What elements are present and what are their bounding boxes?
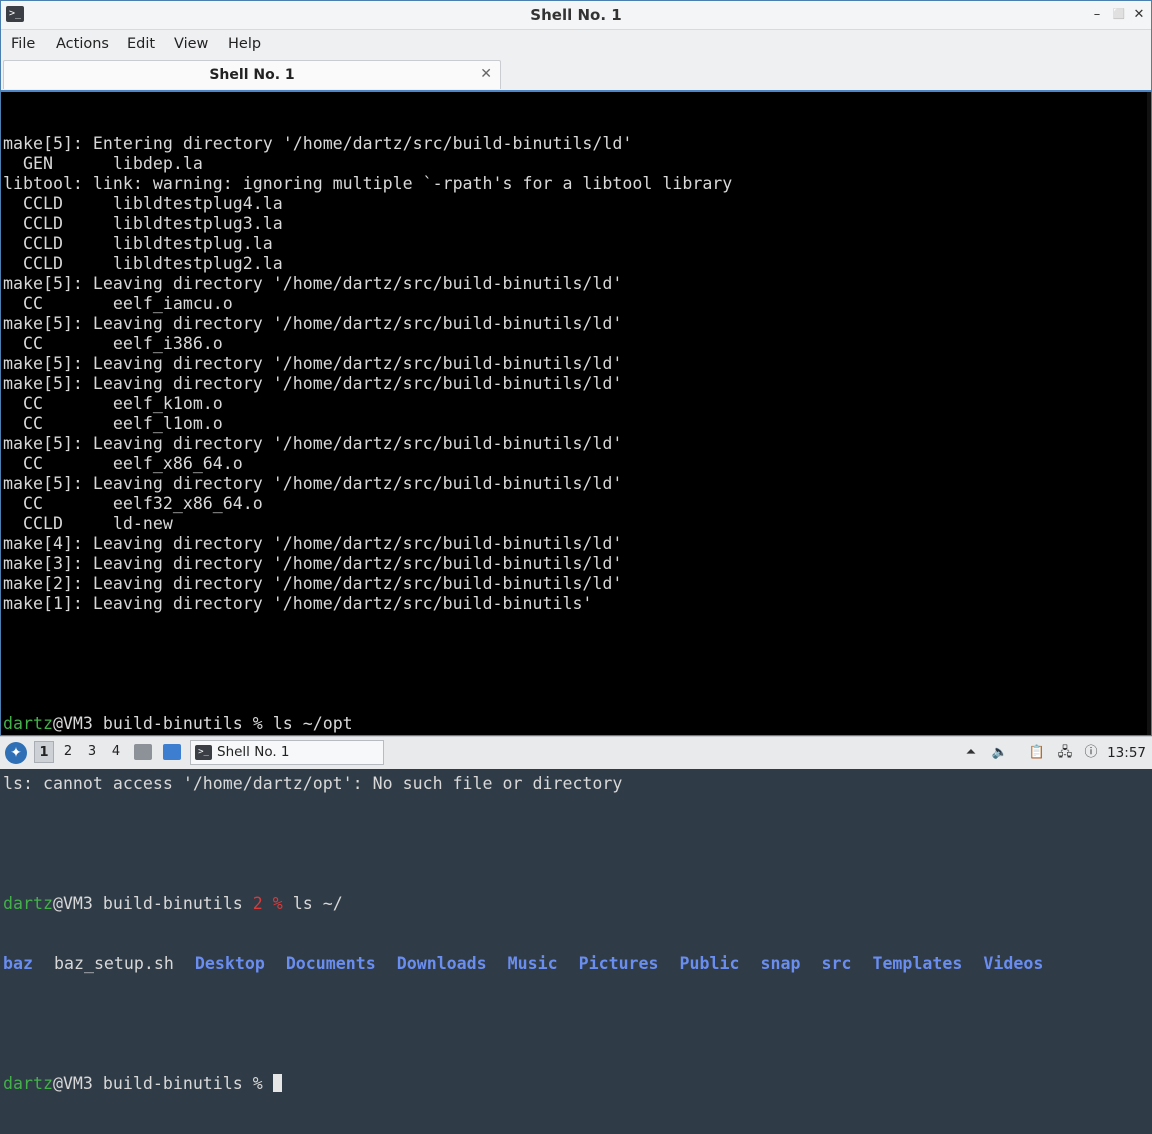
maximize-button[interactable]: ⬜: [1109, 5, 1129, 25]
log-line: make[5]: Leaving directory '/home/dartz/…: [3, 434, 623, 453]
log-line: CCLD libldtestplug2.la: [3, 254, 283, 273]
log-line: CC eelf_iamcu.o: [3, 294, 233, 313]
log-line: make[5]: Leaving directory '/home/dartz/…: [3, 274, 623, 293]
log-line: CC eelf_x86_64.o: [3, 454, 243, 473]
prompt-host: @VM3 build-binutils: [52, 894, 253, 913]
workspace-3[interactable]: 3: [82, 741, 102, 763]
prompt-user: dartz: [3, 714, 53, 733]
menu-edit[interactable]: Edit: [127, 30, 155, 58]
ls-directory: baz: [3, 954, 33, 973]
log-line: make[3]: Leaving directory '/home/dartz/…: [3, 554, 623, 573]
menu-view[interactable]: View: [174, 30, 208, 58]
network-icon[interactable]: 🖧: [1056, 744, 1074, 762]
log-line: libtool: link: warning: ignoring multipl…: [3, 174, 733, 193]
terminal-output[interactable]: make[5]: Entering directory '/home/dartz…: [1, 90, 1151, 1093]
tab-bar: Shell No. 1 ✕: [1, 59, 1151, 90]
terminal-window: >_ Shell No. 1 – ⬜ ✕ File Actions Edit V…: [0, 0, 1152, 1093]
menu-file[interactable]: File: [11, 30, 35, 58]
ls-directory: Pictures: [578, 954, 659, 973]
prompt-command: ls ~/opt: [272, 714, 353, 733]
tab-close-icon[interactable]: ✕: [480, 61, 492, 87]
prompt-line: dartz@VM3 build-binutils %: [3, 1074, 1064, 1094]
prompt-host: @VM3 build-binutils %: [52, 1074, 273, 1093]
error-line: ls: cannot access '/home/dartz/opt': No …: [3, 774, 623, 793]
log-line: make[5]: Leaving directory '/home/dartz/…: [3, 354, 623, 373]
ls-directory: Music: [507, 954, 558, 973]
close-button[interactable]: ✕: [1129, 5, 1149, 25]
window-title: Shell No. 1: [530, 6, 622, 24]
log-line: CC eelf_k1om.o: [3, 394, 223, 413]
taskbar: ✦ 1 2 3 4 >_ Shell No. 1 ⏶ 🔈 📋 🖧 ⓘ 13:57: [0, 736, 1152, 769]
log-line: CC eelf_l1om.o: [3, 414, 223, 433]
notification-icon[interactable]: ⓘ: [1082, 744, 1100, 762]
ls-directory: Videos: [983, 954, 1044, 973]
log-line: CCLD libldtestplug.la: [3, 234, 273, 253]
ls-directory: snap: [760, 954, 801, 973]
log-line: make[1]: Leaving directory '/home/dartz/…: [3, 594, 593, 613]
ls-directory: Templates: [872, 954, 963, 973]
tab-shell-1[interactable]: Shell No. 1 ✕: [3, 60, 501, 89]
workspace-2[interactable]: 2: [58, 741, 78, 763]
tab-label: Shell No. 1: [209, 67, 295, 83]
log-line: make[5]: Leaving directory '/home/dartz/…: [3, 314, 623, 333]
prompt-exit-status: 2 %: [252, 894, 293, 913]
prompt-line: dartz@VM3 build-binutils % ls ~/opt: [3, 714, 1064, 734]
start-menu-icon[interactable]: ✦: [5, 742, 27, 764]
prompt-host: @VM3 build-binutils %: [52, 714, 273, 733]
log-line: CCLD libldtestplug4.la: [3, 194, 283, 213]
log-line: make[4]: Leaving directory '/home/dartz/…: [3, 534, 623, 553]
volume-icon[interactable]: 🔈: [991, 744, 1009, 762]
workspace-4[interactable]: 4: [106, 741, 126, 763]
log-line: make[5]: Leaving directory '/home/dartz/…: [3, 474, 623, 493]
build-log: make[5]: Entering directory '/home/dartz…: [3, 134, 1064, 614]
task-label: Shell No. 1: [217, 744, 290, 760]
minimize-button[interactable]: –: [1087, 5, 1107, 25]
clipboard-icon[interactable]: 📋: [1028, 744, 1046, 762]
prompt-user: dartz: [3, 1074, 53, 1093]
ls-file: baz_setup.sh: [53, 954, 174, 973]
show-desktop-icon[interactable]: [163, 744, 181, 760]
ls-directory: Downloads: [396, 954, 487, 973]
menu-help[interactable]: Help: [228, 30, 261, 58]
ls-directory: src: [821, 954, 852, 973]
menu-actions[interactable]: Actions: [56, 30, 109, 58]
log-line: GEN libdep.la: [3, 154, 203, 173]
ls-directory: Public: [679, 954, 740, 973]
clock[interactable]: 13:57: [1107, 737, 1146, 769]
title-bar[interactable]: >_ Shell No. 1 – ⬜ ✕: [1, 1, 1151, 30]
terminal-text: make[5]: Entering directory '/home/dartz…: [3, 94, 1064, 1134]
ls-directory: Desktop: [194, 954, 265, 973]
terminal-scrollbar[interactable]: [1147, 92, 1151, 735]
log-line: make[2]: Leaving directory '/home/dartz/…: [3, 574, 623, 593]
file-manager-icon[interactable]: [134, 744, 152, 760]
tray-arrow-icon[interactable]: ⏶: [962, 744, 980, 762]
prompt-command: ls ~/: [292, 894, 343, 913]
prompt-user: dartz: [3, 894, 53, 913]
log-line: CCLD libldtestplug3.la: [3, 214, 283, 233]
log-line: make[5]: Entering directory '/home/dartz…: [3, 134, 633, 153]
log-line: CCLD ld-new: [3, 514, 173, 533]
ls-output: baz baz_setup.sh Desktop Documents Downloads…: [3, 954, 1064, 974]
log-line: CC eelf_i386.o: [3, 334, 223, 353]
text-cursor: [272, 1074, 282, 1092]
log-line: make[5]: Leaving directory '/home/dartz/…: [3, 374, 623, 393]
taskbar-task-shell[interactable]: >_ Shell No. 1: [190, 740, 384, 765]
prompt-line: dartz@VM3 build-binutils 2 % ls ~/: [3, 894, 1064, 914]
ls-directory: Documents: [285, 954, 376, 973]
menu-bar: File Actions Edit View Help: [1, 30, 1151, 58]
workspace-1[interactable]: 1: [34, 741, 54, 763]
terminal-task-icon: >_: [195, 745, 212, 760]
log-line: CC eelf32_x86_64.o: [3, 494, 263, 513]
